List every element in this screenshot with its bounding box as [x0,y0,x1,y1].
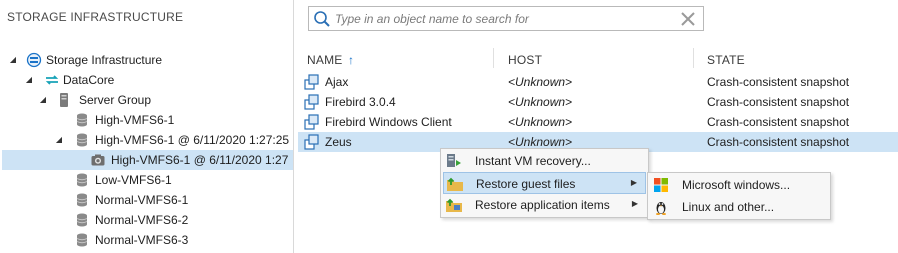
vm-icon [304,114,320,130]
vm-icon [304,134,320,150]
volume-icon [74,192,90,208]
tree-item-volume[interactable]: Normal-VMFS6-2 [0,210,293,230]
vm-name: Firebird Windows Client [325,115,452,129]
vm-name: Zeus [325,135,352,149]
vm-icon [304,94,320,110]
column-divider[interactable] [493,48,494,68]
menu-item-microsoft-windows[interactable]: Microsoft windows... [650,174,828,196]
volume-icon [74,172,90,188]
column-header-host[interactable]: HOST [508,53,542,67]
menu-item-label: Restore guest files [476,177,576,191]
search-icon [313,10,331,28]
expand-triangle-icon[interactable]: ◢ [24,75,34,85]
table-row[interactable]: Firebird Windows Client <Unknown> Crash-… [298,112,898,132]
table-row[interactable]: Firebird 3.0.4 <Unknown> Crash-consisten… [298,92,898,112]
search-input[interactable] [335,9,675,28]
menu-item-label: Linux and other... [682,200,775,214]
tree-item-label: Storage Infrastructure [46,53,163,67]
snapshot-icon [90,152,106,168]
tree-item-volume[interactable]: Normal-VMFS6-3 [0,230,293,250]
column-divider[interactable] [693,48,694,68]
tree-item-datacore[interactable]: ◢ DataCore [0,70,293,90]
panel-header: STORAGE INFRASTRUCTURE [7,10,184,24]
clear-search-icon[interactable] [679,10,697,28]
menu-item-linux-and-other[interactable]: Linux and other... [650,196,828,218]
tree-item-volume[interactable]: High-VMFS6-1 [0,110,293,130]
tree-item-label: Normal-VMFS6-2 [95,213,189,227]
menu-item-restore-guest-files[interactable]: Restore guest files ▶ [443,172,646,194]
expand-triangle-icon[interactable]: ◢ [38,95,48,105]
restore-guest-files-icon [446,175,464,193]
vm-host: <Unknown> [508,135,573,149]
column-header-name[interactable]: NAME ↑ [307,53,354,67]
windows-icon [652,176,670,194]
tree-item-volume-snapshot-parent[interactable]: ◢ High-VMFS6-1 @ 6/11/2020 1:27:25 [0,130,293,150]
menu-item-label: Restore application items [475,198,610,212]
tree-item-label: Server Group [79,93,152,107]
vm-state: Crash-consistent snapshot [707,95,850,109]
storage-infrastructure-panel: STORAGE INFRASTRUCTURE ◢ Storage Infrast… [0,0,294,253]
volume-icon [74,132,90,148]
column-header-label: STATE [707,53,745,67]
column-header-label: HOST [508,53,543,67]
server-group-icon [56,92,72,108]
vm-host: <Unknown> [508,75,573,89]
menu-item-label: Microsoft windows... [682,178,791,192]
volume-icon [74,232,90,248]
tree-item-storage-infrastructure[interactable]: ◢ Storage Infrastructure [0,50,293,70]
vm-name: Ajax [325,75,349,89]
vm-state: Crash-consistent snapshot [707,135,850,149]
vm-host: <Unknown> [508,115,573,129]
tree-item-volume[interactable]: Normal-VMFS6-1 [0,190,293,210]
submenu: Microsoft windows... Linux and other... [647,172,831,220]
tree-item-label: Low-VMFS6-1 [95,173,172,187]
datacore-icon [44,72,60,88]
vm-host: <Unknown> [508,95,573,109]
vm-state: Crash-consistent snapshot [707,75,850,89]
restore-app-items-icon [445,196,463,214]
vm-state: Crash-consistent snapshot [707,115,850,129]
column-header-state[interactable]: STATE [707,53,745,67]
expand-triangle-icon[interactable]: ◢ [54,135,64,145]
menu-item-restore-application-items[interactable]: Restore application items ▶ [443,194,646,216]
tree-item-label: Normal-VMFS6-1 [95,193,189,207]
search-box[interactable] [308,6,704,31]
tree-item-volume[interactable]: Low-VMFS6-1 [0,170,293,190]
vm-name: Firebird 3.0.4 [325,95,396,109]
context-menu: Instant VM recovery... Restore guest fil… [440,148,649,218]
tree-item-label: DataCore [63,73,115,87]
tree-item-label: Normal-VMFS6-3 [95,233,189,247]
submenu-arrow-icon: ▶ [630,178,637,187]
menu-item-instant-vm-recovery[interactable]: Instant VM recovery... [443,150,646,172]
submenu-arrow-icon: ▶ [631,199,638,208]
tree-item-label: High-VMFS6-1 @ 6/11/2020 1:27 [111,153,289,167]
instant-recovery-icon [445,152,463,170]
tree-item-server-group[interactable]: ◢ Server Group [0,90,293,110]
column-header-label: NAME [307,53,343,67]
menu-item-label: Instant VM recovery... [475,154,591,168]
linux-icon [652,198,670,216]
volume-icon [74,112,90,128]
table-row[interactable]: Ajax <Unknown> Crash-consistent snapshot [298,72,898,92]
vm-icon [304,74,320,90]
storage-infrastructure-icon [26,52,42,68]
tree-item-snapshot[interactable]: High-VMFS6-1 @ 6/11/2020 1:27 [2,150,293,170]
volume-icon [74,212,90,228]
tree-item-label: High-VMFS6-1 @ 6/11/2020 1:27:25 [95,133,290,147]
sort-ascending-icon: ↑ [348,53,355,67]
expand-triangle-icon[interactable]: ◢ [8,55,18,65]
tree-item-label: High-VMFS6-1 [95,113,175,127]
